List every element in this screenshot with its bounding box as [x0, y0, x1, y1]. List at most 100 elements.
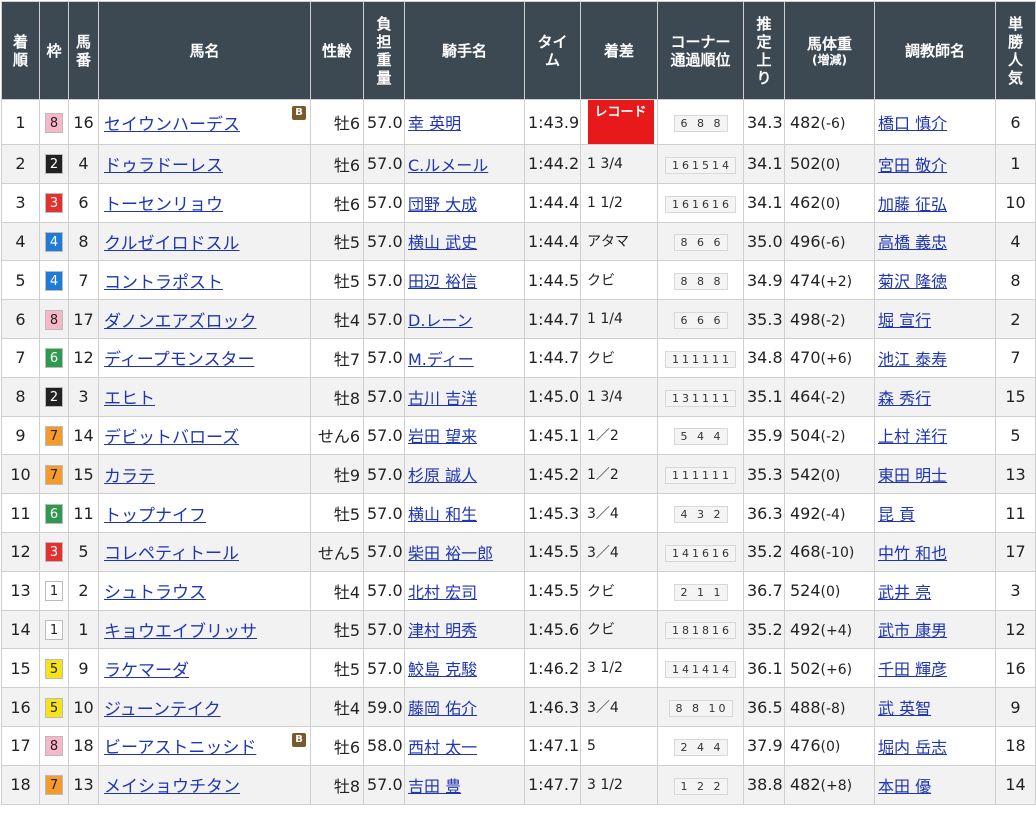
waku-cell: 5	[39, 648, 69, 689]
last-3f-cell: 35.2	[743, 609, 785, 650]
jockey-link[interactable]: M.ディー	[408, 350, 474, 369]
col-time: タイム	[524, 1, 581, 100]
horse-name-link[interactable]: ラケマーダ	[104, 661, 189, 681]
jockey-link[interactable]: 吉田 豊	[408, 777, 461, 796]
horse-name-link[interactable]: コントラポスト	[104, 273, 223, 293]
load-cell: 57.0	[363, 221, 405, 262]
body-weight-cell: 482(-6)	[784, 99, 875, 145]
rank-cell: 11	[1, 493, 40, 533]
trainer-link[interactable]: 森 秀行	[878, 389, 931, 408]
horse-cell: コントラポスト	[98, 260, 311, 301]
body-weight: 498	[790, 309, 821, 329]
jockey-link[interactable]: 鮫島 克駿	[408, 660, 477, 679]
waku-cell: 8	[39, 99, 69, 145]
table-row: 18 7 13 メイショウチタン 牡8 57.0 吉田 豊 1:47.7 3 1/2 1 2 2 3…	[1, 764, 1036, 805]
trainer-link[interactable]: 堀 宣行	[878, 311, 931, 330]
weight-diff: (0)	[820, 584, 841, 601]
last-3f-cell: 37.9	[743, 725, 785, 766]
body-weight: 462	[790, 193, 821, 213]
corner-positions: 6 6 6	[673, 312, 728, 330]
table-row: 2 2 4 ドゥラドーレス 牡6 57.0 C.ルメール 1:44.2 1 3/4 161514 3…	[1, 144, 1036, 184]
trainer-link[interactable]: 中竹 和也	[878, 544, 947, 563]
col-jockey: 騎手名	[404, 1, 525, 100]
trainer-link[interactable]: 堀内 岳志	[878, 738, 947, 757]
horse-name-link[interactable]: ダノンエアズロック	[104, 312, 257, 332]
trainer-cell: 武 英智	[874, 687, 996, 727]
horse-name-link[interactable]: セイウンハーデス	[104, 115, 240, 135]
popularity-cell: 17	[995, 531, 1036, 572]
trainer-link[interactable]: 武市 康男	[878, 621, 947, 640]
horse-name-link[interactable]: シュトラウス	[104, 583, 206, 603]
trainer-link[interactable]: 東田 明士	[878, 466, 947, 485]
horse-name-link[interactable]: ジューンテイク	[104, 700, 221, 720]
popularity-cell: 10	[995, 182, 1036, 223]
jockey-link[interactable]: 田辺 裕信	[408, 272, 477, 291]
jockey-link[interactable]: 幸 英明	[408, 114, 461, 133]
jockey-link[interactable]: 北村 宏司	[408, 583, 477, 602]
waku-cell: 6	[39, 493, 69, 533]
jockey-link[interactable]: 団野 大成	[408, 195, 477, 214]
jockey-link[interactable]: 古川 吉洋	[408, 389, 477, 408]
trainer-link[interactable]: 加藤 征弘	[878, 195, 947, 214]
weight-diff: (-2)	[820, 312, 846, 329]
col-weight: 馬体重 (増減)	[784, 1, 875, 100]
table-row: 5 4 7 コントラポスト 牡5 57.0 田辺 裕信 1:44.5 クビ 8 8 8 34.9 47…	[1, 260, 1036, 301]
jockey-link[interactable]: C.ルメール	[408, 156, 488, 175]
horse-name-link[interactable]: ビーアストニッシド	[104, 738, 256, 758]
last-3f-cell: 35.0	[743, 221, 785, 262]
body-weight: 470	[790, 348, 821, 368]
trainer-link[interactable]: 千田 輝彦	[878, 660, 947, 679]
body-weight: 474	[790, 270, 821, 290]
trainer-link[interactable]: 宮田 敬介	[878, 156, 947, 175]
trainer-link[interactable]: 菊沢 隆徳	[878, 272, 947, 291]
horse-number-cell: 12	[68, 337, 99, 378]
horse-name-link[interactable]: クルゼイロドスル	[104, 234, 240, 254]
jockey-link[interactable]: 横山 和生	[408, 505, 477, 524]
trainer-link[interactable]: 高橋 義忠	[878, 233, 947, 252]
body-weight-cell: 462(0)	[784, 182, 875, 223]
horse-name-link[interactable]: キョウエイブリッサ	[104, 622, 257, 642]
horse-name-link[interactable]: トップナイフ	[104, 506, 206, 526]
jockey-link[interactable]: 杉原 誠人	[408, 466, 477, 485]
horse-name-link[interactable]: メイショウチタン	[104, 777, 240, 797]
rank-cell: 14	[1, 609, 40, 650]
trainer-cell: 池江 泰寿	[874, 337, 996, 378]
trainer-link[interactable]: 昆 貢	[878, 505, 915, 524]
waku-badge: 7	[45, 464, 63, 485]
trainer-link[interactable]: 上村 洋行	[878, 427, 947, 446]
trainer-link[interactable]: 本田 優	[878, 777, 931, 796]
corner-positions: 2 1 1	[673, 583, 728, 601]
corner-positions: 4 3 2	[673, 506, 728, 524]
horse-name-link[interactable]: カラテ	[104, 467, 155, 487]
jockey-link[interactable]: 西村 太一	[408, 738, 477, 757]
jockey-link[interactable]: 柴田 裕一郎	[408, 544, 493, 563]
trainer-link[interactable]: 池江 泰寿	[878, 350, 947, 369]
horse-name-link[interactable]: ドゥラドーレス	[104, 156, 223, 176]
sex-age-cell: 牡8	[310, 764, 364, 805]
trainer-link[interactable]: 橋口 慎介	[878, 114, 947, 133]
horse-name-link[interactable]: トーセンリョウ	[104, 195, 223, 215]
time-cell: 1:44.2	[524, 144, 581, 184]
popularity-cell: 2	[995, 299, 1036, 339]
margin-cell: 3 1/2	[580, 764, 658, 805]
horse-name-link[interactable]: エヒト	[104, 389, 155, 409]
horse-name-link[interactable]: ディープモンスター	[104, 350, 254, 370]
jockey-link[interactable]: 岩田 望来	[408, 427, 477, 446]
trainer-cell: 東田 明士	[874, 454, 996, 495]
load-cell: 57.0	[363, 299, 405, 339]
last-3f-cell: 36.7	[743, 570, 785, 611]
rank-cell: 13	[1, 570, 40, 611]
horse-number-cell: 8	[68, 221, 99, 262]
horse-name-link[interactable]: コレペティトール	[104, 544, 239, 564]
jockey-link[interactable]: 津村 明秀	[408, 621, 477, 640]
last-3f-cell: 35.1	[743, 376, 785, 417]
jockey-link[interactable]: D.レーン	[408, 311, 473, 330]
trainer-link[interactable]: 武 英智	[878, 699, 931, 718]
col-num: 馬番	[68, 1, 99, 100]
body-weight: 468	[790, 542, 821, 562]
trainer-link[interactable]: 武井 亮	[878, 583, 931, 602]
horse-name-link[interactable]: デビットバローズ	[104, 428, 239, 448]
jockey-link[interactable]: 藤岡 佑介	[408, 699, 477, 718]
jockey-link[interactable]: 横山 武史	[408, 233, 477, 252]
corner-positions: 2 4 4	[673, 738, 728, 756]
